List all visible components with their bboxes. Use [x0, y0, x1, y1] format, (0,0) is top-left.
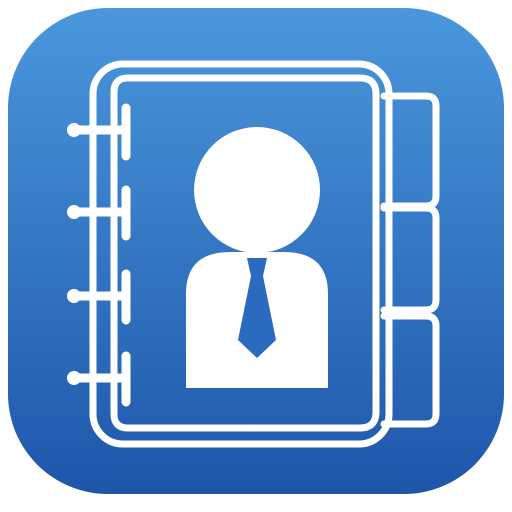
ring-end [67, 371, 81, 385]
ring-end [67, 123, 81, 137]
person-with-tie-icon [186, 127, 328, 388]
person-head [194, 127, 320, 253]
address-book-icon [8, 8, 504, 494]
ring-end [67, 205, 81, 219]
address-book-app-icon[interactable] [0, 0, 512, 512]
ring-end [67, 289, 81, 303]
